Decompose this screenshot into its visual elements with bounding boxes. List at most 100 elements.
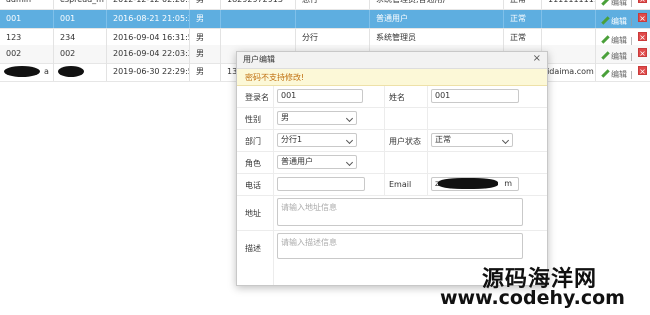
edit-label: 编辑 bbox=[611, 70, 627, 79]
chevron-down-icon bbox=[501, 136, 510, 145]
table-cell bbox=[542, 45, 596, 63]
login-label: 登录名 bbox=[245, 93, 269, 102]
table-cell: 男 bbox=[190, 10, 221, 28]
table-cell: 普通用户 bbox=[370, 10, 504, 28]
separator: | bbox=[630, 17, 633, 26]
row-actions: 编辑 | × bbox=[596, 10, 650, 28]
status-label: 用户状态 bbox=[389, 137, 421, 146]
edit-label: 编辑 bbox=[611, 52, 627, 61]
divider bbox=[237, 195, 547, 196]
user-edit-dialog: 用户编辑 × 密码不支持修改! 登录名 001 姓名 001 性别 男 部门 分… bbox=[236, 51, 548, 286]
edit-link[interactable]: 编辑 bbox=[600, 48, 627, 63]
dialog-header: 用户编辑 × bbox=[237, 52, 547, 69]
email-tail: m bbox=[504, 179, 512, 188]
pencil-icon bbox=[600, 51, 609, 60]
edit-link[interactable]: 编辑 bbox=[600, 13, 627, 28]
table-cell: 001 bbox=[54, 10, 107, 28]
warning-text: 密码不支持修改! bbox=[245, 73, 305, 82]
name-input[interactable]: 001 bbox=[431, 89, 519, 103]
table-cell: admin bbox=[0, 0, 54, 9]
table-cell: 002 bbox=[54, 45, 107, 63]
table-row[interactable]: admin espread_m 2012-12-12 02:20:10 男 18… bbox=[0, 0, 650, 10]
delete-icon[interactable]: × bbox=[638, 13, 647, 23]
divider bbox=[384, 86, 385, 195]
divider bbox=[427, 86, 428, 195]
delete-icon[interactable]: × bbox=[638, 48, 647, 58]
gender-select[interactable]: 男 bbox=[277, 111, 357, 125]
chevron-down-icon bbox=[345, 136, 354, 145]
description-textarea[interactable]: 请输入描述信息 bbox=[277, 233, 523, 259]
phone-input[interactable] bbox=[277, 177, 365, 191]
edit-link[interactable]: 编辑 bbox=[600, 66, 627, 81]
table-cell bbox=[542, 10, 596, 28]
pencil-icon bbox=[600, 69, 609, 78]
redaction-mark bbox=[58, 66, 84, 77]
table-cell: 正常 bbox=[504, 0, 542, 9]
status-select[interactable]: 正常 bbox=[431, 133, 513, 147]
dept-select[interactable]: 分行1 bbox=[277, 133, 357, 147]
divider bbox=[237, 173, 547, 174]
divider bbox=[237, 151, 547, 152]
divider bbox=[273, 86, 274, 285]
pencil-icon bbox=[600, 16, 609, 25]
divider bbox=[237, 129, 547, 130]
table-cell: 男 bbox=[190, 45, 221, 63]
address-label: 地址 bbox=[245, 209, 261, 218]
watermark-line2: www.codehy.com bbox=[440, 287, 625, 309]
table-cell bbox=[296, 10, 370, 28]
table-cell: 2019-06-30 22:29:56 bbox=[107, 63, 190, 81]
gender-value: 男 bbox=[281, 113, 289, 122]
redaction-mark bbox=[438, 178, 498, 189]
table-cell: uidaima.com bbox=[542, 63, 596, 81]
table-cell: 2012-12-12 02:20:10 bbox=[107, 0, 190, 9]
role-value: 普通用户 bbox=[281, 157, 313, 166]
divider bbox=[237, 107, 547, 108]
edit-label: 编辑 bbox=[611, 36, 627, 45]
table-cell: 正常 bbox=[504, 10, 542, 28]
table-cell: 18292972913 bbox=[221, 0, 296, 9]
table-cell: 2016-08-21 21:05:31 bbox=[107, 10, 190, 28]
chevron-down-icon bbox=[345, 114, 354, 123]
address-textarea[interactable]: 请输入地址信息 bbox=[277, 198, 523, 226]
pencil-icon bbox=[600, 0, 609, 6]
separator: | bbox=[630, 70, 633, 79]
gender-label: 性别 bbox=[245, 115, 261, 124]
separator: | bbox=[630, 0, 633, 7]
phone-label: 电话 bbox=[245, 181, 261, 190]
row-actions: 编辑 | × bbox=[596, 45, 650, 63]
edit-label: 编辑 bbox=[611, 17, 627, 26]
row-actions: 编辑 | × bbox=[596, 0, 650, 9]
table-cell: 11111111111 bbox=[542, 0, 596, 9]
edit-link[interactable]: 编辑 bbox=[600, 0, 627, 9]
edit-label: 编辑 bbox=[611, 0, 627, 7]
close-icon[interactable]: × bbox=[533, 53, 541, 64]
table-cell: 001 bbox=[0, 10, 54, 28]
table-cell: 系统管理员,普通用户 bbox=[370, 0, 504, 9]
name-label: 姓名 bbox=[389, 93, 405, 102]
table-cell: 002 bbox=[0, 45, 54, 63]
pencil-icon bbox=[600, 35, 609, 44]
row-actions: 编辑 | × bbox=[596, 63, 650, 81]
divider bbox=[237, 230, 547, 231]
role-select[interactable]: 普通用户 bbox=[277, 155, 357, 169]
separator: | bbox=[630, 52, 633, 61]
status-value: 正常 bbox=[435, 135, 451, 144]
table-cell: 总行 bbox=[296, 0, 370, 9]
dept-label: 部门 bbox=[245, 137, 261, 146]
role-label: 角色 bbox=[245, 159, 261, 168]
description-label: 描述 bbox=[245, 244, 261, 253]
login-input[interactable]: 001 bbox=[277, 89, 363, 103]
email-label: Email bbox=[389, 180, 412, 189]
dialog-title: 用户编辑 bbox=[243, 55, 275, 64]
redaction-mark bbox=[4, 66, 40, 77]
table-cell: 男 bbox=[190, 0, 221, 9]
delete-icon[interactable]: × bbox=[638, 66, 647, 76]
table-cell: 男 bbox=[190, 63, 221, 81]
table-cell: espread_m bbox=[54, 0, 107, 9]
table-cell: 2016-09-04 22:03:36 bbox=[107, 45, 190, 63]
warning-banner: 密码不支持修改! bbox=[237, 69, 547, 86]
table-cell bbox=[221, 10, 296, 28]
delete-icon[interactable]: × bbox=[638, 0, 647, 4]
delete-icon[interactable]: × bbox=[638, 32, 647, 42]
table-row-selected[interactable]: 001 001 2016-08-21 21:05:31 男 普通用户 正常 编辑… bbox=[0, 10, 650, 29]
